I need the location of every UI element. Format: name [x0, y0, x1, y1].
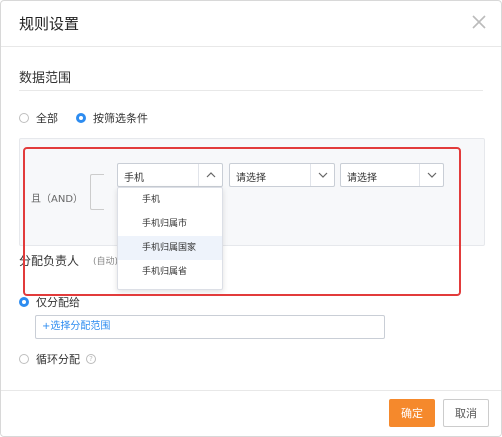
assignment-note: (自动) — [93, 257, 119, 267]
chevron-down-icon[interactable] — [310, 164, 334, 186]
confirm-button[interactable]: 确定 — [389, 399, 435, 427]
assign-only-option: 仅分配给 — [19, 294, 98, 310]
rule-settings-dialog: 规则设置 数据范围 全部 按筛选条件 且（AND） 手机 请选择 请选择 分配负… — [0, 0, 502, 437]
radio-circle[interactable] — [19, 113, 29, 123]
radio-round-robin[interactable]: 循环分配 ? — [19, 351, 96, 367]
dropdown-option[interactable]: 手机归属省 — [118, 260, 222, 284]
radio-round-robin-label: 循环分配 — [36, 353, 80, 366]
value-select-value: 请选择 — [347, 173, 377, 184]
radio-assign-only-label: 仅分配给 — [36, 296, 80, 309]
round-robin-option: 循环分配 ? — [19, 351, 114, 367]
operator-select-value: 请选择 — [236, 173, 266, 184]
field-select[interactable]: 手机 — [117, 163, 223, 187]
dropdown-option[interactable]: 手机 — [118, 188, 222, 212]
cancel-button[interactable]: 取消 — [443, 399, 489, 427]
radio-circle[interactable] — [19, 354, 29, 364]
data-range-radio-group: 全部 按筛选条件 — [19, 110, 166, 126]
assignment-title: 分配负责人 — [19, 254, 80, 268]
data-range-title: 数据范围 — [19, 71, 72, 86]
section-divider — [19, 90, 483, 91]
question-circle-icon[interactable]: ? — [86, 354, 96, 364]
field-select-value: 手机 — [124, 173, 144, 184]
value-select[interactable]: 请选择 — [340, 163, 444, 187]
condition-bracket — [90, 174, 104, 210]
radio-all[interactable]: 全部 — [19, 110, 58, 126]
dialog-footer: 确定 取消 — [1, 390, 501, 436]
dropdown-option[interactable]: 手机归属市 — [118, 212, 222, 236]
dialog-title: 规则设置 — [19, 15, 80, 33]
radio-circle-checked[interactable] — [76, 113, 86, 123]
radio-by-filter[interactable]: 按筛选条件 — [76, 110, 148, 126]
operator-select[interactable]: 请选择 — [229, 163, 335, 187]
radio-assign-only[interactable]: 仅分配给 — [19, 294, 80, 310]
and-label: 且（AND） — [31, 194, 84, 205]
field-dropdown-menu: 手机 手机归属市 手机归属国家 手机归属省 — [117, 187, 223, 290]
dropdown-option-hovered[interactable]: 手机归属国家 — [118, 236, 222, 260]
radio-by-filter-label: 按筛选条件 — [93, 112, 148, 125]
chevron-up-icon[interactable] — [198, 164, 222, 186]
close-icon[interactable] — [469, 12, 489, 32]
select-assign-range-link[interactable]: +选择分配范围 — [35, 315, 385, 339]
condition-panel — [19, 138, 485, 246]
radio-all-label: 全部 — [36, 112, 58, 125]
dialog-header: 规则设置 — [1, 1, 501, 47]
chevron-down-icon[interactable] — [419, 164, 443, 186]
radio-circle-checked[interactable] — [19, 297, 29, 307]
